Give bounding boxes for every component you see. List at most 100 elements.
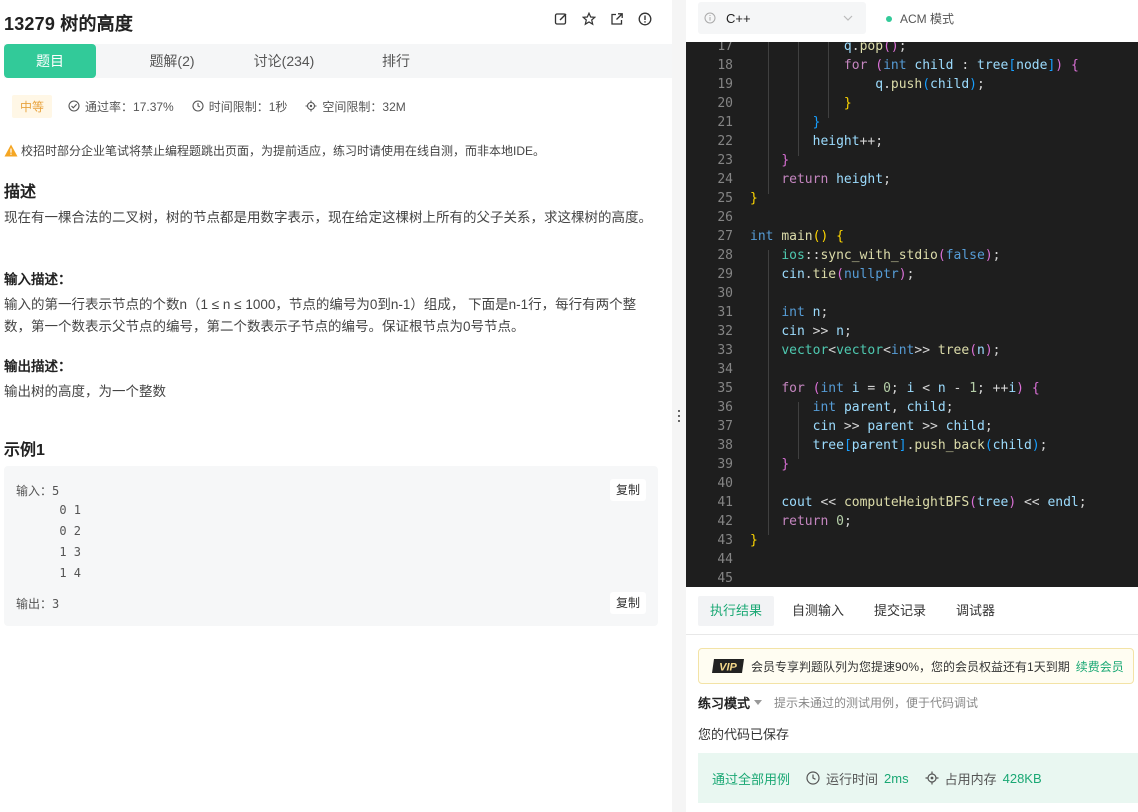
code-line: 17 q.pop(); bbox=[717, 42, 907, 54]
code-line: 19 q.push(child); bbox=[717, 77, 985, 92]
problem-meta: 中等 通过率：17.37% 时间限制：1秒 空间限制：32M bbox=[4, 92, 668, 120]
memory-value: 428KB bbox=[1002, 770, 1042, 786]
pass-rate-text: 通过率：17.37% bbox=[85, 99, 174, 114]
code-line: 35 for (int i = 0; i < n - 1; ++i) { bbox=[717, 381, 1040, 396]
code-line: 22 height++; bbox=[717, 134, 884, 149]
tab-solutions[interactable]: 题解(2) bbox=[126, 44, 218, 78]
tab-debugger[interactable]: 调试器 bbox=[944, 596, 1007, 626]
tab-submissions[interactable]: 提交记录 bbox=[862, 596, 938, 626]
vip-text: 会员专享判题队列为您提速90%，您的会员权益还有1天到期 bbox=[751, 659, 1070, 674]
star-icon[interactable] bbox=[581, 11, 597, 26]
example-input-line: 输入：5 bbox=[16, 484, 60, 498]
memory-label: 占用内存 bbox=[944, 771, 997, 787]
report-icon[interactable] bbox=[638, 12, 652, 26]
pass-rate: 通过率：17.37% bbox=[68, 98, 174, 115]
code-line: 45 bbox=[717, 571, 733, 586]
tab-ranking[interactable]: 排行 bbox=[350, 44, 442, 78]
saved-status: 您的代码已保存 bbox=[698, 727, 790, 742]
description-text: 现在有一棵合法的二叉树，树的节点都是用数字表示，现在给定这棵树上所有的父子关系，… bbox=[4, 210, 652, 225]
time-limit-text: 时间限制：1秒 bbox=[208, 99, 288, 114]
difficulty-badge: 中等 bbox=[12, 94, 53, 118]
drag-handle-icon[interactable] bbox=[678, 410, 680, 426]
code-line: 41 cout << computeHeightBFS(tree) << end… bbox=[717, 495, 1087, 510]
code-line: 24 return height; bbox=[717, 172, 891, 187]
code-line: 42 return 0; bbox=[717, 514, 852, 529]
output-description-heading: 输出描述： bbox=[4, 359, 72, 374]
renew-vip-link[interactable]: 续费会员 bbox=[1076, 658, 1124, 675]
editor-toolbar: C++ ACM 模式 bbox=[686, 0, 1138, 42]
code-line: 26 bbox=[717, 210, 733, 225]
code-line: 29 cin.tie(nullptr); bbox=[717, 267, 915, 282]
example-input-line: 1 3 bbox=[16, 545, 82, 559]
result-status: 通过全部用例 bbox=[712, 771, 791, 787]
problem-tabs: 题目 题解(2) 讨论(234) 排行 bbox=[4, 44, 672, 78]
code-line: 36 int parent, child; bbox=[717, 400, 954, 415]
status-dot-icon bbox=[886, 15, 892, 22]
notice-banner: 校招时部分企业笔试将禁止编程题跳出页面，为提前适应，练习时请使用在线自测，而非本… bbox=[4, 142, 545, 159]
runtime: 运行时间 2ms bbox=[806, 769, 909, 788]
notice-text: 校招时部分企业笔试将禁止编程题跳出页面，为提前适应，练习时请使用在线自测，而非本… bbox=[21, 144, 546, 158]
divider bbox=[686, 634, 1138, 635]
vip-badge-icon: VIP bbox=[712, 659, 744, 674]
code-line: 37 cin >> parent >> child; bbox=[717, 419, 993, 434]
language-value: C++ bbox=[726, 10, 751, 26]
vip-banner: VIP 会员专享判题队列为您提速90%，您的会员权益还有1天到期 续费会员 bbox=[698, 648, 1134, 684]
result-summary: 通过全部用例 运行时间 2ms 占用内存 428KB bbox=[698, 753, 1138, 803]
check-circle-icon bbox=[68, 100, 80, 112]
mode-label: ACM 模式 bbox=[900, 12, 955, 26]
copy-input-button[interactable]: 复制 bbox=[610, 479, 646, 501]
tab-problem[interactable]: 题目 bbox=[4, 44, 96, 78]
editor-panel: C++ ACM 模式 17 q.pop(); 18 for (int child… bbox=[686, 0, 1138, 812]
svg-text:VIP: VIP bbox=[719, 662, 737, 674]
language-select[interactable]: C++ bbox=[698, 2, 866, 34]
tab-discussion[interactable]: 讨论(234) bbox=[238, 44, 330, 78]
tab-run-result[interactable]: 执行结果 bbox=[698, 596, 775, 626]
info-icon bbox=[704, 12, 716, 24]
space-limit: 空间限制：32M bbox=[305, 98, 406, 115]
problem-title: 13279 树的高度 bbox=[4, 14, 134, 34]
example-input-line: 0 2 bbox=[16, 524, 82, 538]
result-tabs: 执行结果 自测输入 提交记录 调试器 bbox=[698, 596, 1013, 626]
chip-icon bbox=[305, 100, 317, 112]
problem-panel: 13279 树的高度 题目 题解(2) 讨论(234) 排行 中等 通过率：17… bbox=[0, 0, 672, 812]
example-input-line: 1 4 bbox=[16, 566, 82, 580]
code-line: 30 bbox=[717, 286, 733, 301]
clock-icon bbox=[192, 100, 204, 112]
chip-icon bbox=[925, 771, 939, 785]
problem-actions bbox=[554, 11, 652, 26]
code-line: 18 for (int child : tree[node]) { bbox=[717, 58, 1079, 73]
code-line: 43} bbox=[717, 533, 758, 548]
practice-mode-row: 练习模式 提示未通过的测试用例，便于代码调试 bbox=[698, 693, 978, 712]
code-line: 34 bbox=[717, 362, 733, 377]
edit-icon[interactable] bbox=[554, 12, 568, 26]
code-line: 40 bbox=[717, 476, 733, 491]
panel-resizer[interactable] bbox=[672, 0, 686, 812]
problem-header: 13279 树的高度 bbox=[4, 10, 664, 36]
caret-down-icon bbox=[754, 699, 763, 705]
example-output-line: 输出：3 bbox=[16, 597, 60, 611]
clock-icon bbox=[806, 771, 820, 785]
input-description-text: 输入的第一行表示节点的个数n（1 ≤ n ≤ 1000，节点的编号为0到n-1）… bbox=[4, 297, 637, 334]
runtime-value: 2ms bbox=[884, 770, 909, 786]
code-line: 31 int n; bbox=[717, 305, 829, 320]
input-description-heading: 输入描述： bbox=[4, 272, 72, 287]
code-line: 25} bbox=[717, 191, 758, 206]
code-editor[interactable]: 17 q.pop(); 18 for (int child : tree[nod… bbox=[686, 42, 1138, 587]
output-description-text: 输出树的高度，为一个整数 bbox=[4, 384, 166, 399]
code-line: 44 bbox=[717, 552, 733, 567]
time-limit: 时间限制：1秒 bbox=[192, 98, 288, 115]
space-limit-text: 空间限制：32M bbox=[322, 99, 406, 114]
chevron-down-icon bbox=[843, 15, 853, 21]
tab-custom-input[interactable]: 自测输入 bbox=[780, 596, 856, 626]
practice-mode-dropdown[interactable]: 练习模式 bbox=[698, 693, 763, 712]
copy-output-button[interactable]: 复制 bbox=[610, 592, 646, 614]
memory: 占用内存 428KB bbox=[925, 769, 1042, 788]
code-line: 39 } bbox=[717, 457, 790, 472]
warning-icon bbox=[4, 144, 18, 157]
practice-mode-label: 练习模式 bbox=[698, 696, 751, 711]
code-line: 38 tree[parent].push_back(child); bbox=[717, 438, 1048, 453]
share-icon[interactable] bbox=[610, 12, 624, 26]
example-heading: 示例1 bbox=[4, 442, 45, 459]
code-line: 33 vector<vector<int>> tree(n); bbox=[717, 343, 1001, 358]
example-input-line: 0 1 bbox=[16, 503, 82, 517]
